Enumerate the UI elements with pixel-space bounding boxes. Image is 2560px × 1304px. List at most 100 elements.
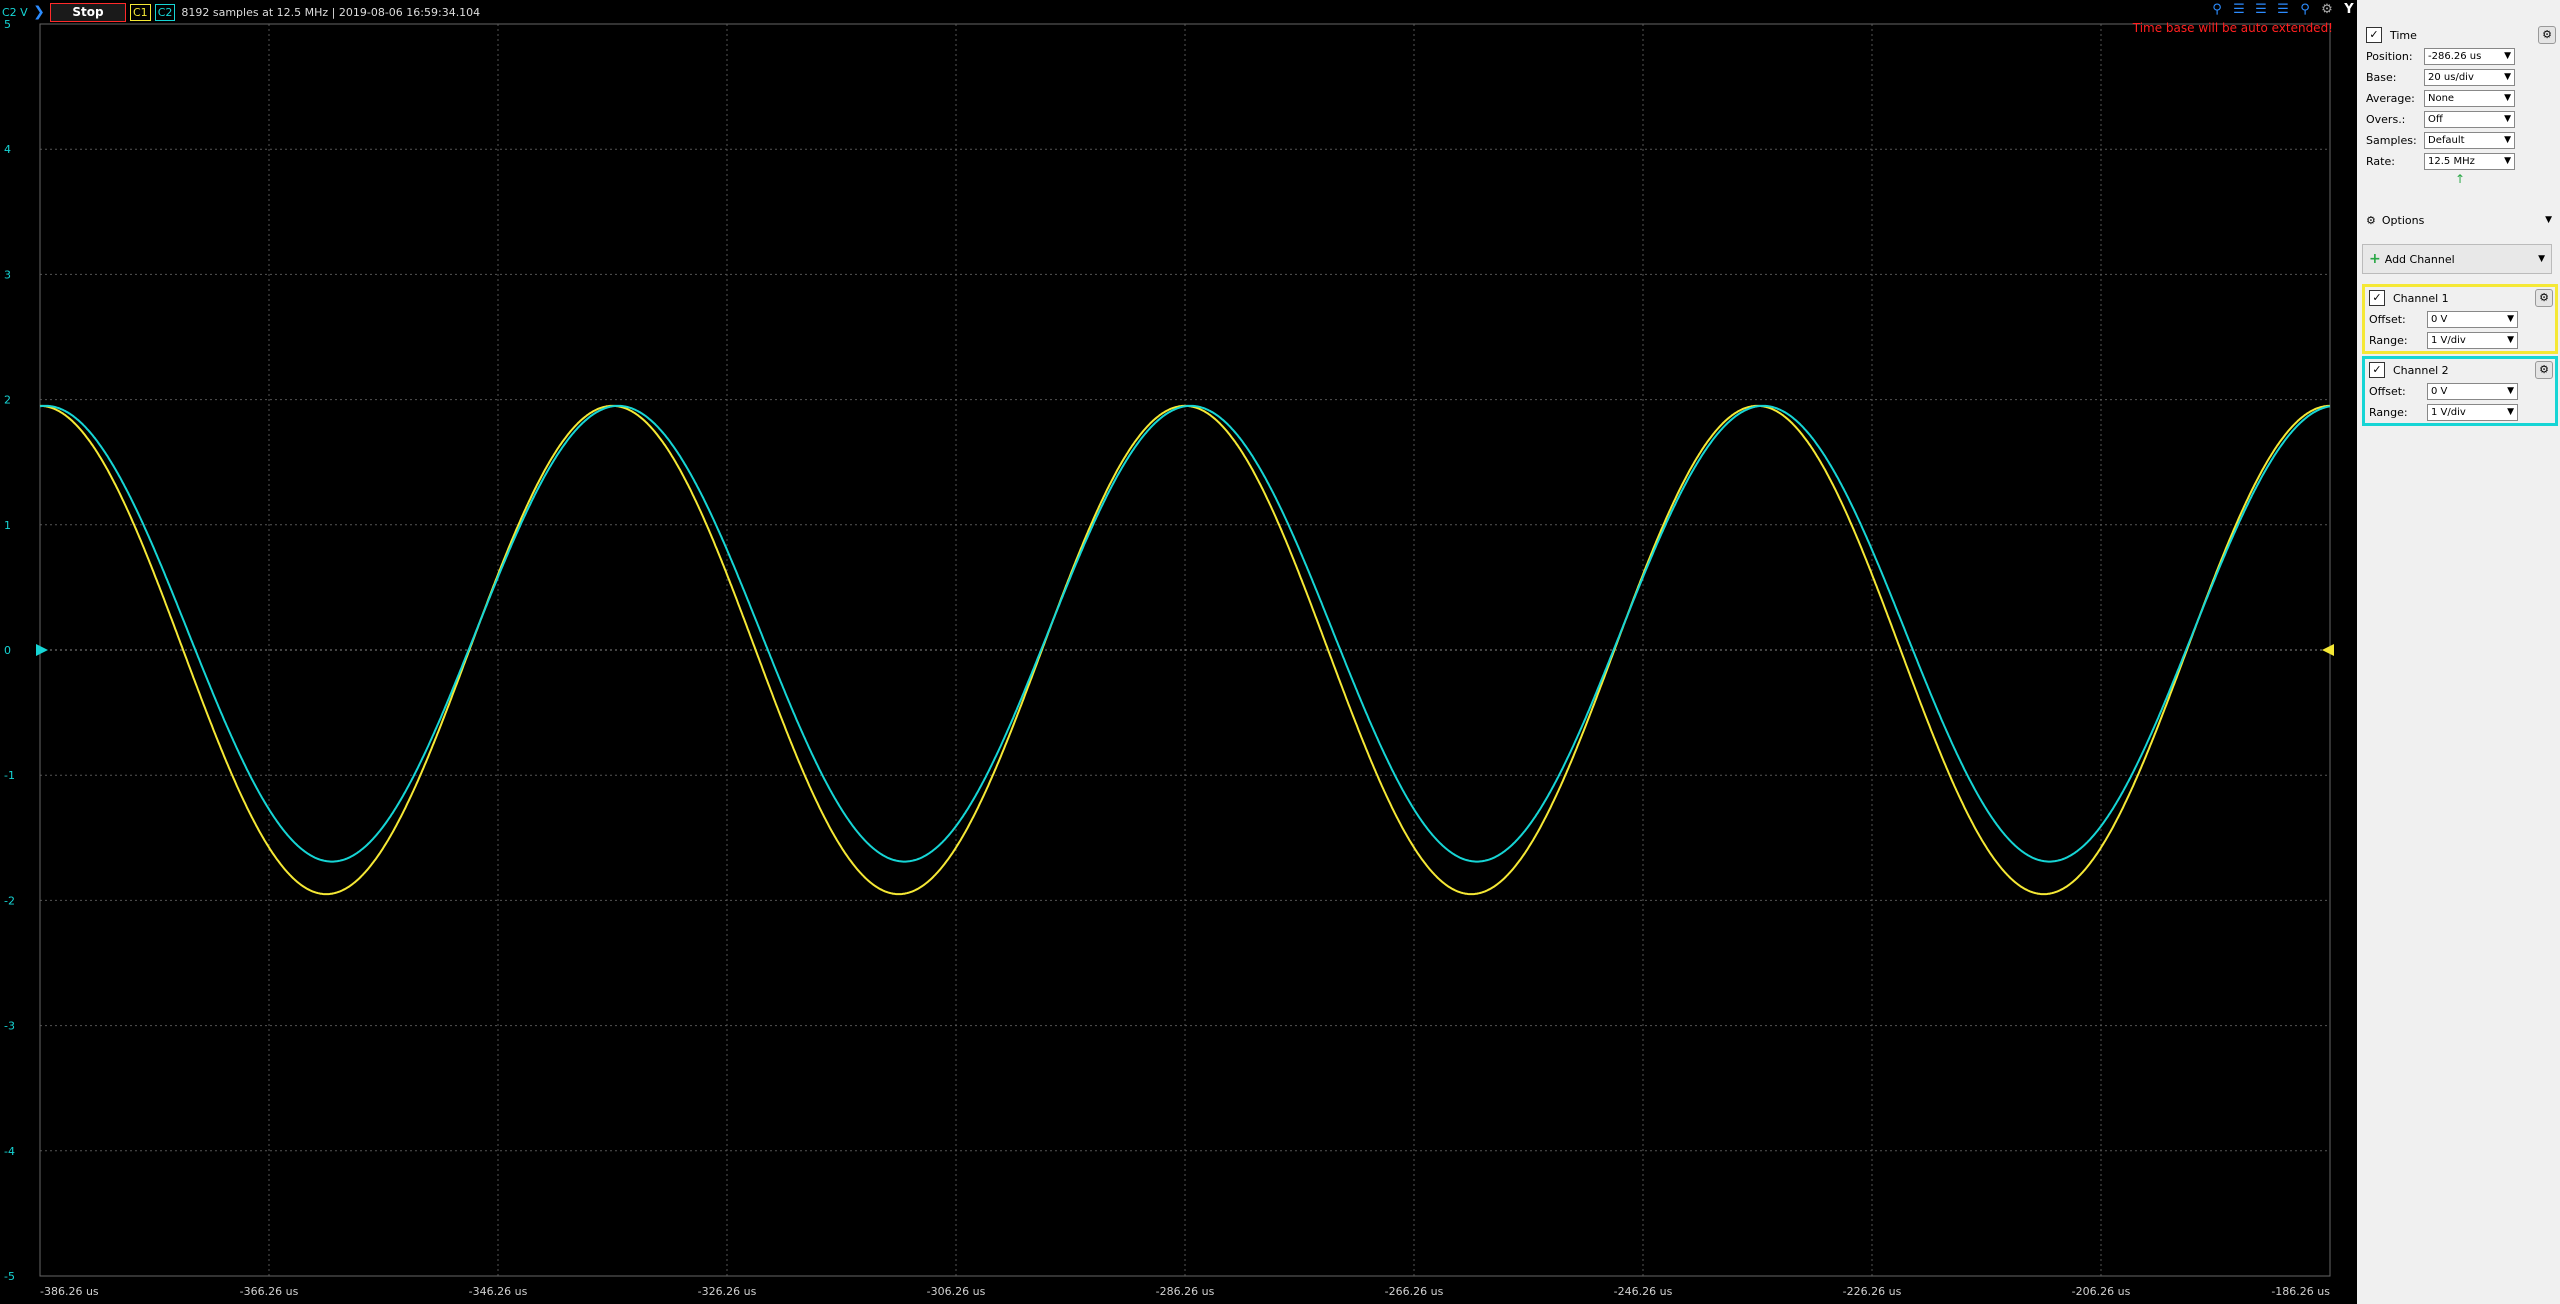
chevron-down-icon: ▼ (2504, 93, 2511, 103)
collapse-arrow-icon[interactable]: ↑ (2362, 172, 2558, 188)
base-select[interactable]: 20 us/div ▼ (2424, 69, 2515, 86)
y-tick-label: -4 (4, 1145, 15, 1158)
timebase-warning: Time base will be auto extended! (2132, 21, 2333, 35)
x-tick-label: -326.26 us (698, 1285, 757, 1298)
add-channel-label: Add Channel (2384, 252, 2455, 266)
gear-icon[interactable]: ⚙ (2535, 361, 2553, 379)
x-tick-label: -226.26 us (1843, 1285, 1902, 1298)
average-row: Average: None ▼ (2362, 88, 2558, 109)
chevron-down-icon: ▼ (2507, 386, 2514, 396)
stop-button[interactable]: Stop (50, 2, 126, 22)
rate-select[interactable]: 12.5 MHz ▼ (2424, 153, 2515, 170)
base-label: Base: (2366, 71, 2397, 84)
position-select[interactable]: -286.26 us ▼ (2424, 48, 2515, 65)
position-label: Position: (2366, 50, 2413, 63)
chevron-down-icon: ▼ (2504, 135, 2511, 145)
control-panel: ✓ Time ⚙ Position: -286.26 us ▼ Base: 20 … (2357, 0, 2560, 1304)
y-icon[interactable]: Y (2341, 2, 2357, 18)
align-center-icon[interactable]: ☰ (2253, 2, 2269, 18)
channel1-toggle[interactable]: C1 (130, 3, 151, 21)
x-tick-label: -386.26 us (40, 1285, 99, 1298)
waveform-plot[interactable]: -386.26 us -366.26 us -346.26 us -326.26 us… (0, 0, 2357, 1304)
channel2-header: ✓ Channel 2 ⚙ (2365, 359, 2555, 381)
time-header: ✓ Time ⚙ (2362, 24, 2558, 46)
channel1-checkbox[interactable]: ✓ (2369, 290, 2385, 306)
x-tick-label: -206.26 us (2072, 1285, 2131, 1298)
zoom-icon[interactable]: ⚲ (2209, 2, 2225, 18)
view-tools: ⚲ ☰ ☰ ☰ ⚲ ⚙ Y (2209, 2, 2357, 18)
base-value: 20 us/div (2428, 72, 2474, 83)
channel-indicator: C2 V (2, 5, 28, 19)
overs-label: Overs.: (2366, 113, 2406, 126)
time-title: Time (2390, 28, 2417, 42)
channel2-checkbox[interactable]: ✓ (2369, 362, 2385, 378)
add-channel-button[interactable]: + Add Channel ▼ (2362, 244, 2552, 274)
zero-marker-right[interactable] (2322, 644, 2334, 656)
channel1-range-label: Range: (2369, 334, 2408, 347)
average-select[interactable]: None ▼ (2424, 90, 2515, 107)
gear-icon[interactable]: ⚙ (2538, 26, 2556, 44)
gear-icon[interactable]: ⚙ (2535, 289, 2553, 307)
position-value: -286.26 us (2428, 51, 2482, 62)
channel2-toggle[interactable]: C2 (154, 3, 176, 21)
align-left-icon[interactable]: ☰ (2231, 2, 2247, 18)
run-arrow-icon[interactable]: ❯ (28, 4, 50, 20)
acquisition-status: 8192 samples at 12.5 MHz | 2019-08-06 16… (181, 5, 481, 19)
samples-value: Default (2428, 135, 2465, 146)
samples-label: Samples: (2366, 134, 2417, 147)
channel2-offset-row: Offset: 0 V ▼ (2365, 381, 2555, 402)
x-tick-label: -306.26 us (927, 1285, 986, 1298)
zero-marker-left[interactable] (36, 644, 48, 656)
time-group: ✓ Time ⚙ Position: -286.26 us ▼ Base: 20 … (2362, 24, 2558, 188)
channel2-range-label: Range: (2369, 406, 2408, 419)
base-row: Base: 20 us/div ▼ (2362, 67, 2558, 88)
x-tick-label: -186.26 us (2271, 1285, 2330, 1298)
chevron-down-icon: ▼ (2538, 254, 2545, 264)
rate-row: Rate: 12.5 MHz ▼ (2362, 151, 2558, 172)
options-dropdown[interactable]: ⚙ Options ▼ (2362, 210, 2558, 230)
channel2-group: ✓ Channel 2 ⚙ Offset: 0 V ▼ Range: 1 V/di… (2362, 356, 2558, 426)
y-tick-label: -1 (4, 769, 15, 782)
average-label: Average: (2366, 92, 2415, 105)
y-tick-label: -3 (4, 1020, 15, 1033)
align-right-icon[interactable]: ☰ (2275, 2, 2291, 18)
channel2-offset-value: 0 V (2431, 386, 2448, 397)
channel1-offset-select[interactable]: 0 V ▼ (2427, 311, 2518, 328)
samples-select[interactable]: Default ▼ (2424, 132, 2515, 149)
samples-row: Samples: Default ▼ (2362, 130, 2558, 151)
position-row: Position: -286.26 us ▼ (2362, 46, 2558, 67)
overs-row: Overs.: Off ▼ (2362, 109, 2558, 130)
channel2-offset-select[interactable]: 0 V ▼ (2427, 383, 2518, 400)
rate-label: Rate: (2366, 155, 2395, 168)
settings-icon[interactable]: ⚙ (2319, 2, 2335, 18)
overs-value: Off (2428, 114, 2443, 125)
channel2-range-row: Range: 1 V/div ▼ (2365, 402, 2555, 423)
channel1-offset-row: Offset: 0 V ▼ (2365, 309, 2555, 330)
channel2-offset-label: Offset: (2369, 385, 2406, 398)
channel2-title: Channel 2 (2393, 363, 2449, 377)
options-icon: ⚙ (2366, 213, 2376, 227)
chevron-down-icon: ▼ (2507, 314, 2514, 324)
overs-select[interactable]: Off ▼ (2424, 111, 2515, 128)
channel2-range-select[interactable]: 1 V/div ▼ (2427, 404, 2518, 421)
y-tick-label: 2 (4, 394, 11, 407)
options-label: Options (2381, 213, 2425, 227)
channel1-range-row: Range: 1 V/div ▼ (2365, 330, 2555, 351)
time-checkbox[interactable]: ✓ (2366, 27, 2382, 43)
y-tick-label: 3 (4, 268, 11, 281)
rate-value: 12.5 MHz (2428, 156, 2475, 167)
channel1-offset-value: 0 V (2431, 314, 2448, 325)
chevron-down-icon: ▼ (2507, 335, 2514, 345)
x-tick-label: -246.26 us (1614, 1285, 1673, 1298)
chevron-down-icon: ▼ (2504, 72, 2511, 82)
scope-display[interactable]: -386.26 us -366.26 us -346.26 us -326.26 us… (0, 0, 2357, 1304)
plus-icon: + (2369, 251, 2381, 267)
zoom-in-icon[interactable]: ⚲ (2297, 2, 2313, 18)
average-value: None (2428, 93, 2455, 104)
channel1-range-select[interactable]: 1 V/div ▼ (2427, 332, 2518, 349)
y-tick-label: 0 (4, 644, 11, 657)
channel1-title: Channel 1 (2393, 291, 2449, 305)
channel2-range-value: 1 V/div (2431, 407, 2466, 418)
channel1-header: ✓ Channel 1 ⚙ (2365, 287, 2555, 309)
channel1-range-value: 1 V/div (2431, 335, 2466, 346)
